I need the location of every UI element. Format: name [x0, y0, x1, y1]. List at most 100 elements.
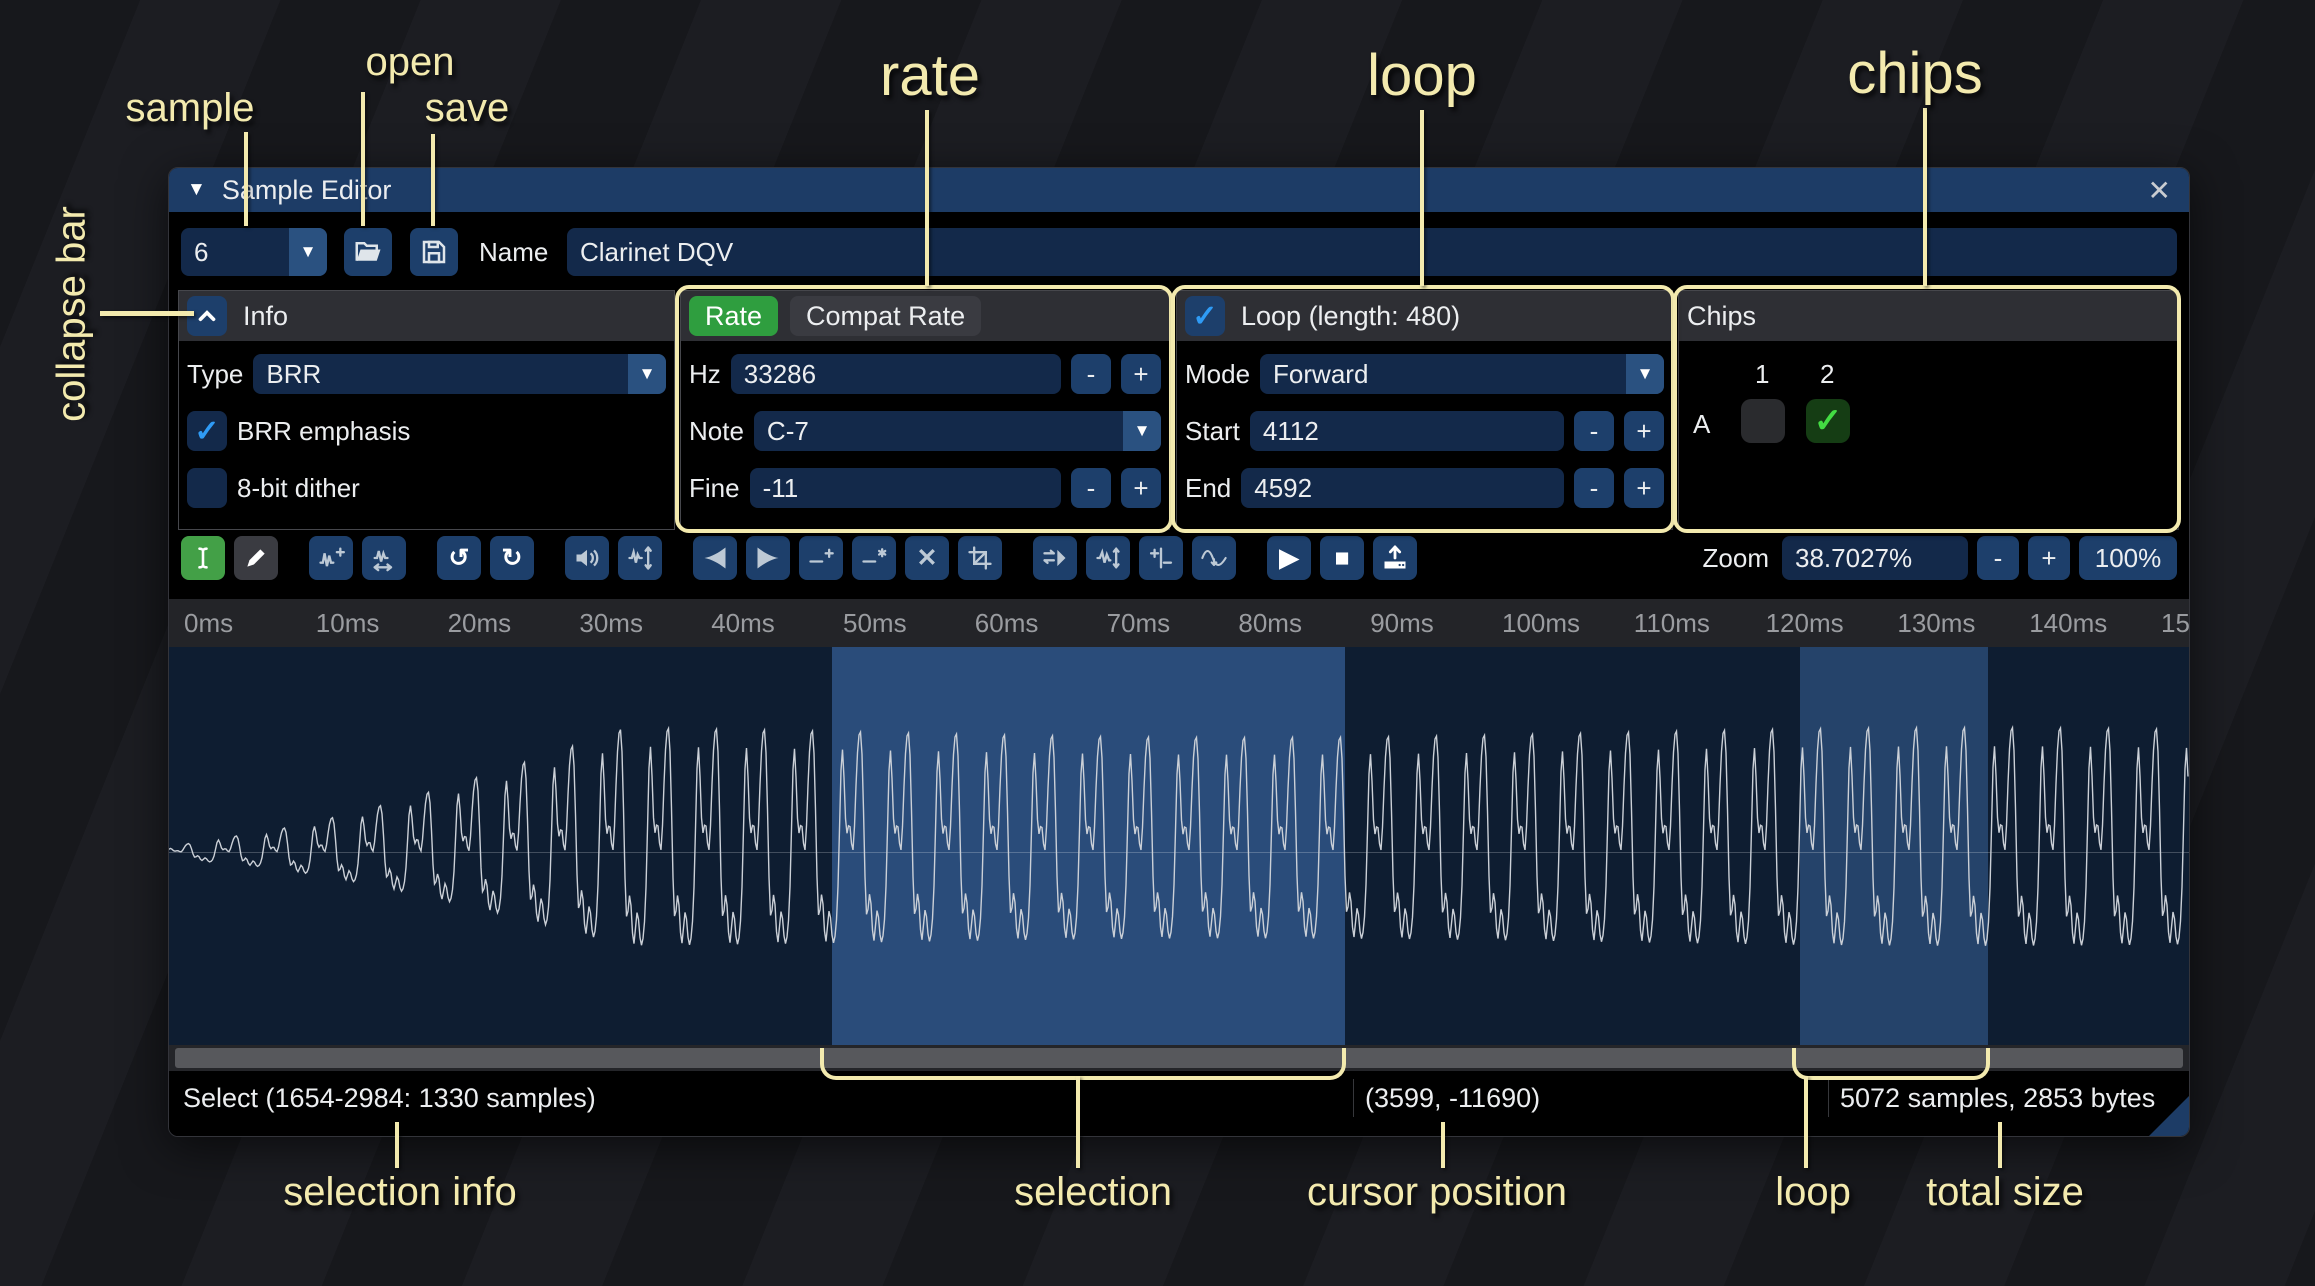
fade-out-button[interactable]: [746, 536, 790, 580]
sample-number-select[interactable]: 6 ▼: [181, 228, 327, 276]
hz-plus-button[interactable]: +: [1121, 354, 1161, 394]
loop-mode-value: Forward: [1273, 359, 1368, 390]
zoom-reset-button[interactable]: 100%: [2079, 536, 2177, 580]
stop-button[interactable]: ■: [1320, 536, 1364, 580]
annotation-line-chips: [1923, 108, 1927, 286]
upload-button[interactable]: [1373, 536, 1417, 580]
sample-toolbar: ↺ ↻ ✕ ▶ ■ Zoom 38.7027% - + 100%: [181, 535, 2177, 581]
insert-silence-button[interactable]: [799, 536, 843, 580]
loop-start-plus-button[interactable]: +: [1624, 411, 1664, 451]
hz-minus-button[interactable]: -: [1071, 354, 1111, 394]
save-sample-button[interactable]: [410, 228, 458, 276]
annotation-rate: rate: [880, 42, 980, 109]
delete-selection-button[interactable]: ✕: [905, 536, 949, 580]
sample-number-value: 6: [194, 237, 208, 268]
horizontal-scrollbar[interactable]: [169, 1045, 2189, 1071]
loop-end-minus-button[interactable]: -: [1574, 468, 1614, 508]
rate-panel: Rate Compat Rate Hz 33286 - + Note C-7 ▼…: [680, 290, 1170, 530]
signed-unsigned-button[interactable]: [1139, 536, 1183, 580]
fine-minus-button[interactable]: -: [1071, 468, 1111, 508]
annotation-line-save: [431, 134, 435, 226]
reverse-button[interactable]: [1033, 536, 1077, 580]
zoom-in-button[interactable]: +: [2028, 536, 2070, 580]
collapse-bar-button[interactable]: [187, 296, 227, 336]
tab-rate[interactable]: Rate: [689, 296, 778, 336]
apply-silence-button[interactable]: [852, 536, 896, 580]
waveform-view[interactable]: [169, 647, 2189, 1045]
resample-button[interactable]: [362, 536, 406, 580]
brr-emphasis-checkbox[interactable]: ✓: [187, 411, 227, 451]
invert-button[interactable]: [1086, 536, 1130, 580]
zoom-out-button[interactable]: -: [1977, 536, 2019, 580]
ruler-tick-label: 100ms: [1502, 608, 1580, 639]
sample-row: 6 ▼ Name Clarinet DQV: [169, 228, 2189, 276]
chevron-down-icon[interactable]: ▼: [1626, 354, 1664, 394]
annotation-line-loop-bottom: [1804, 1076, 1808, 1168]
sample-name-input[interactable]: Clarinet DQV: [567, 228, 2177, 276]
resize-button[interactable]: [309, 536, 353, 580]
note-select[interactable]: C-7 ▼: [754, 411, 1161, 451]
draw-mode-button[interactable]: [234, 536, 278, 580]
loop-end-input[interactable]: 4592: [1241, 468, 1564, 508]
chip-1-checkbox[interactable]: [1741, 399, 1785, 443]
fade-out-icon: [754, 544, 782, 572]
hz-input[interactable]: 33286: [731, 354, 1061, 394]
title-bar[interactable]: ▼ Sample Editor ✕: [169, 168, 2189, 212]
hz-row: Hz 33286 - +: [681, 354, 1169, 394]
reverse-arrows-icon: [1041, 544, 1069, 572]
wave-stretch-icon: [370, 544, 398, 572]
ruler-tick-label: 60ms: [975, 608, 1039, 639]
annotation-line-loop: [1420, 110, 1424, 286]
play-button[interactable]: ▶: [1267, 536, 1311, 580]
loop-end-plus-button[interactable]: +: [1624, 468, 1664, 508]
annotation-line-collapse-bar: [100, 311, 194, 316]
window-collapse-icon[interactable]: ▼: [187, 179, 206, 201]
status-divider: [1828, 1079, 1829, 1117]
fine-input[interactable]: -11: [750, 468, 1061, 508]
chips-panel-header: Chips: [1679, 291, 2178, 341]
dither-checkbox[interactable]: [187, 468, 227, 508]
scrollbar-handle[interactable]: [175, 1048, 2183, 1068]
loop-start-minus-button[interactable]: -: [1574, 411, 1614, 451]
edit-mode-button[interactable]: [181, 536, 225, 580]
loop-start-input[interactable]: 4112: [1250, 411, 1564, 451]
wave-vertical-arrows-icon: [626, 544, 654, 572]
open-sample-button[interactable]: [344, 228, 392, 276]
close-icon[interactable]: ✕: [2148, 174, 2171, 207]
trim-button[interactable]: [958, 536, 1002, 580]
fade-in-button[interactable]: [693, 536, 737, 580]
chips-panel-title: Chips: [1687, 301, 1756, 332]
type-select[interactable]: BRR ▼: [253, 354, 666, 394]
chip-2-column-label: 2: [1820, 359, 1834, 390]
hz-label: Hz: [689, 359, 721, 390]
chevron-down-icon[interactable]: ▼: [628, 354, 666, 394]
chevron-down-icon[interactable]: ▼: [289, 228, 327, 276]
tab-compat-rate[interactable]: Compat Rate: [790, 296, 981, 336]
filter-button[interactable]: [1192, 536, 1236, 580]
annotation-line-sample: [244, 132, 248, 226]
annotation-total-size: total size: [1926, 1170, 2084, 1215]
chip-2-checkbox[interactable]: ✓: [1806, 399, 1850, 443]
normalize-button[interactable]: [618, 536, 662, 580]
wave-flip-icon: [1094, 544, 1122, 572]
brr-emphasis-label: BRR emphasis: [237, 416, 410, 447]
resize-grip[interactable]: [2149, 1096, 2189, 1136]
zoom-controls: Zoom 38.7027% - + 100%: [1703, 536, 2177, 580]
redo-button[interactable]: ↻: [490, 536, 534, 580]
loop-mode-label: Mode: [1185, 359, 1250, 390]
undo-button[interactable]: ↺: [437, 536, 481, 580]
annotation-save: save: [425, 86, 510, 131]
timeline-ruler[interactable]: 0ms10ms20ms30ms40ms50ms60ms70ms80ms90ms1…: [169, 599, 2189, 647]
fine-plus-button[interactable]: +: [1121, 468, 1161, 508]
ruler-tick-label: 50ms: [843, 608, 907, 639]
sine-filter-icon: [1200, 544, 1228, 572]
amplify-button[interactable]: [565, 536, 609, 580]
loop-mode-select[interactable]: Forward ▼: [1260, 354, 1664, 394]
zoom-input[interactable]: 38.7027%: [1782, 536, 1968, 580]
note-row: Note C-7 ▼: [681, 411, 1169, 451]
loop-panel-header: ✓ Loop (length: 480): [1177, 291, 1672, 341]
chevron-down-icon[interactable]: ▼: [1123, 411, 1161, 451]
loop-enable-checkbox[interactable]: ✓: [1185, 296, 1225, 336]
annotation-selection-info: selection info: [283, 1170, 516, 1215]
status-divider: [1353, 1079, 1354, 1117]
